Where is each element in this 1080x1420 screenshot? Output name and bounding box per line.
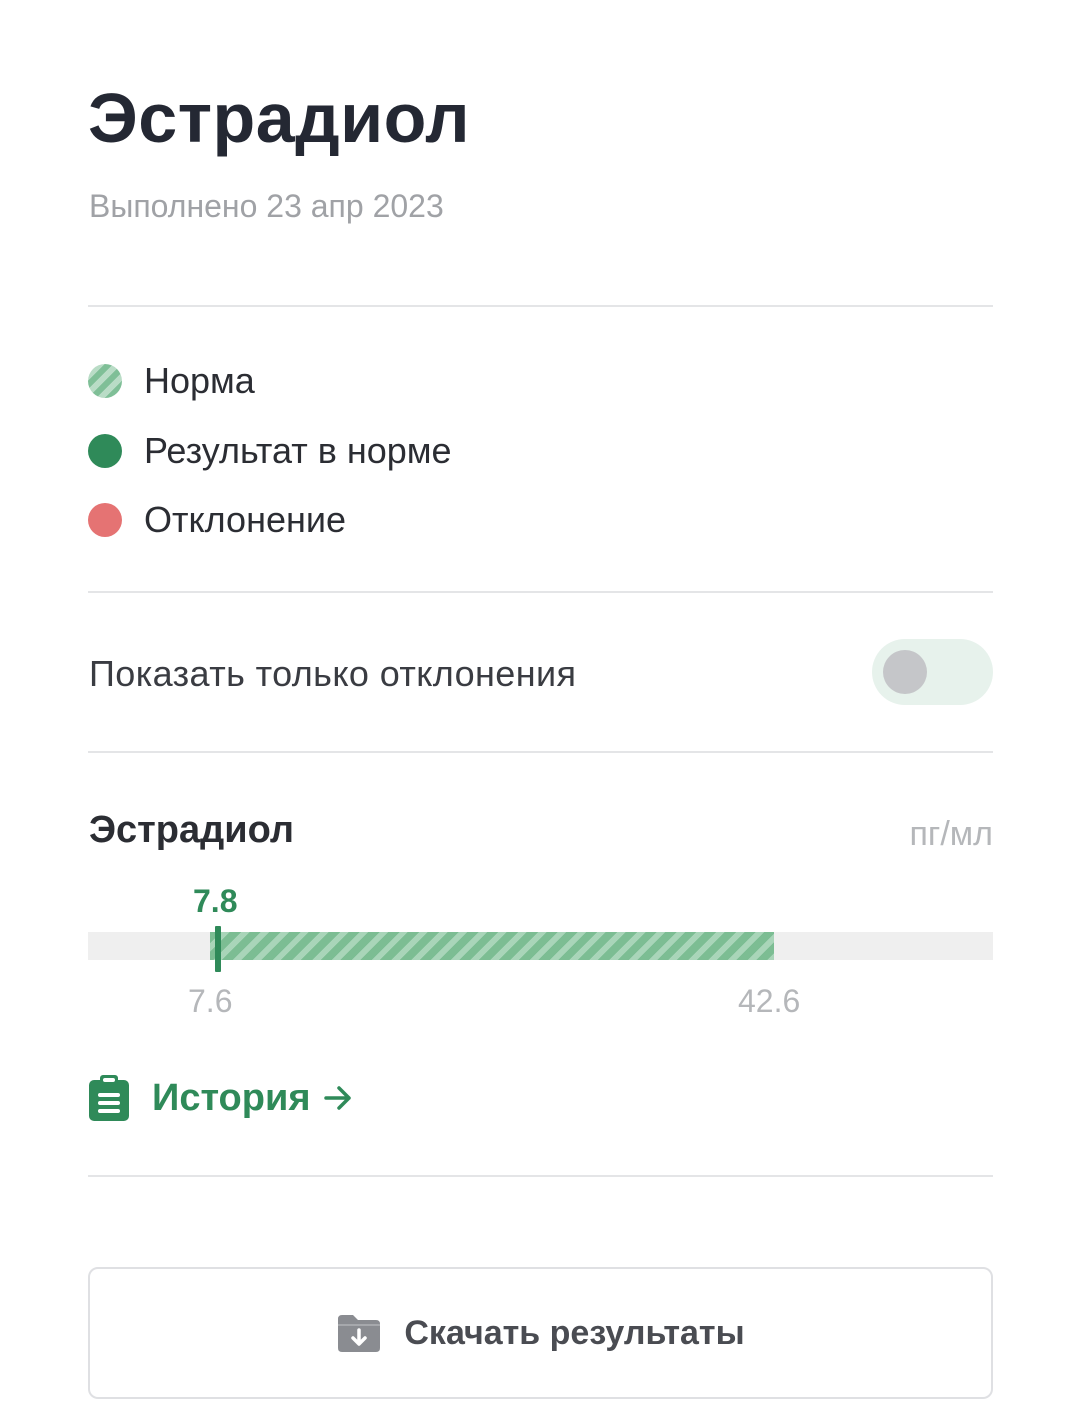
legend-label: Отклонение — [144, 499, 346, 540]
completed-date: Выполнено 23 апр 2023 — [89, 188, 444, 224]
analyte-unit: пг/мл — [909, 815, 993, 853]
divider — [88, 1175, 993, 1177]
result-value: 7.8 — [193, 883, 238, 919]
download-results-button[interactable]: Скачать результаты — [88, 1267, 993, 1399]
history-label: История — [152, 1077, 311, 1119]
arrow-right-icon — [323, 1086, 351, 1110]
divider — [88, 751, 993, 753]
divider — [88, 591, 993, 593]
analyte-name: Эстрадиол — [89, 809, 295, 851]
divider — [88, 305, 993, 307]
show-deviations-toggle[interactable] — [872, 639, 993, 705]
download-folder-icon — [338, 1315, 381, 1352]
striped-green-dot-icon — [88, 364, 122, 398]
clipboard-icon — [89, 1075, 129, 1121]
legend-label: Результат в норме — [144, 430, 452, 471]
reference-range-bar — [210, 932, 774, 960]
legend-label: Норма — [144, 360, 255, 401]
legend-item-deviation: Отклонение — [88, 495, 346, 545]
download-results-label: Скачать результаты — [404, 1314, 745, 1352]
result-marker — [215, 926, 221, 972]
green-dot-icon — [88, 434, 122, 468]
range-max-label: 42.6 — [738, 983, 801, 1019]
history-link[interactable]: История — [88, 1072, 353, 1124]
page-title: Эстрадиол — [88, 79, 471, 157]
legend-item-in-norm: Результат в норме — [88, 426, 452, 476]
legend-item-norm: Норма — [88, 356, 255, 406]
range-min-label: 7.6 — [188, 983, 233, 1019]
red-dot-icon — [88, 503, 122, 537]
show-deviations-label: Показать только отклонения — [89, 653, 577, 694]
toggle-knob — [883, 650, 927, 694]
